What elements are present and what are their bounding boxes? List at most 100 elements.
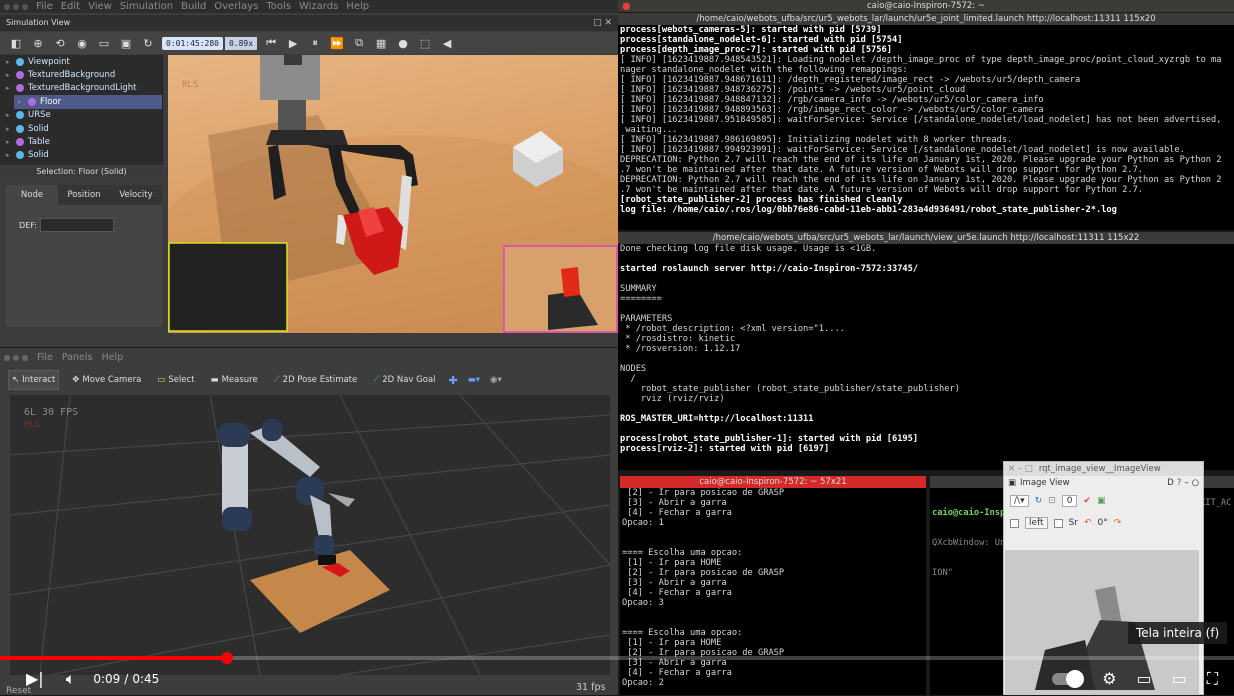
sr-checkbox[interactable] [1053,518,1063,528]
tab-node[interactable]: Node [6,185,58,205]
current-time: 0:09 [93,671,121,686]
terminal-line: [ INFO] [1623419887.948736275]: /points … [620,85,966,95]
terminal2-output[interactable]: Done checking log file disk usage. Usage… [618,244,1234,470]
minus-icon[interactable]: – [1184,478,1188,488]
time-display: 0:09 / 0:45 [93,672,159,686]
tab-position[interactable]: Position [58,185,110,205]
tree-item-texturedbackground[interactable]: ▸ TexturedBackground [0,68,162,81]
add-node-icon[interactable]: ⊕ [30,35,46,51]
fullscreen-icon[interactable]: ⛶ [1207,669,1218,689]
reload-icon[interactable]: ↻ [140,35,156,51]
terminal-line: [1] - Ir para HOME [622,638,722,648]
cursor-icon: ↖ [12,375,20,385]
tree-label: Solid [28,123,49,134]
step-icon[interactable]: ⧉ [351,35,367,51]
volume-icon[interactable]: 🔈︎ [66,669,76,689]
window-controls [4,354,28,361]
tree-item-viewpoint[interactable]: ▸ Viewpoint [0,55,162,68]
panel-controls[interactable]: □ ✕ [593,15,612,31]
toggle-scene-tree-icon[interactable]: ◧ [8,35,24,51]
step-back-icon[interactable]: ⏮ [263,35,279,51]
terminal2-tab: /home/caio/webots_ufba/src/ur5_webots_la… [618,232,1234,244]
video-progress-bar[interactable] [0,652,1234,664]
reset-view-icon[interactable]: ⟲ [52,35,68,51]
smooth-checkbox[interactable] [1010,518,1019,528]
rotate-left-icon[interactable]: ↶ [1084,518,1092,528]
video-icon[interactable]: ● [395,35,411,51]
rviz-3d-viewport[interactable]: 6L 30 FPS RLS [10,395,610,675]
tree-item-solid-2[interactable]: ▸ Solid [0,149,162,162]
node-icon [16,71,24,80]
menu-help[interactable]: Help [346,1,369,12]
close-icon[interactable]: ● [622,1,631,12]
miniplayer-icon[interactable]: ▭ [1137,669,1152,688]
terminal-line: log file: /home/caio/.ros/log/0bb76e86-c… [620,205,1117,215]
eye-icon[interactable]: ◉ [74,35,90,51]
open-icon[interactable]: ▭ [96,35,112,51]
settings-icon[interactable]: ⚙ [1102,669,1116,688]
menu-overlays[interactable]: Overlays [214,1,258,12]
refresh-icon[interactable]: ↻ [1035,496,1043,506]
def-label: DEF: [19,221,37,230]
checkbox-icon[interactable]: ✔ [1083,496,1091,506]
plugin-d-button[interactable]: D [1167,478,1174,488]
move-camera-tool[interactable]: ✥ Move Camera [69,370,144,390]
menu-wizards[interactable]: Wizards [299,1,338,12]
menu-file[interactable]: File [36,1,53,12]
def-input[interactable] [40,218,114,232]
fast-forward-icon[interactable]: ⏩ [329,35,345,51]
menu-simulation[interactable]: Simulation [120,1,173,12]
theater-icon[interactable]: ▭ [1172,669,1187,688]
terminal-line: SUMMARY [620,284,657,294]
window-controls[interactable]: ✕ – □ [1008,464,1033,474]
menu-edit[interactable]: Edit [61,1,80,12]
add-tool-icon[interactable]: ✚ [449,374,458,387]
tree-item-solid[interactable]: ▸ Solid [0,122,162,135]
volume-icon[interactable]: ◀ [439,35,455,51]
left-button[interactable]: left [1025,517,1048,529]
menu-help[interactable]: Help [101,352,123,363]
menu-build[interactable]: Build [181,1,206,12]
rotate-right-icon[interactable]: ↷ [1114,518,1122,528]
node-icon [16,111,24,120]
pose-estimate-tool[interactable]: ⟋ 2D Pose Estimate [271,370,361,390]
menu-panels[interactable]: Panels [62,352,93,363]
menu-file[interactable]: File [37,352,53,363]
next-icon[interactable]: ▶| [26,669,44,688]
menu-tools[interactable]: Tools [266,1,291,12]
topic-select[interactable]: /\▾ [1010,495,1029,507]
tool-label: 2D Nav Goal [382,375,436,385]
terminal-line: [ INFO] [1623419887.948671611]: /depth_r… [620,75,1081,85]
tab-velocity[interactable]: Velocity [110,185,162,205]
interact-tool[interactable]: ↖ Interact [8,370,60,390]
remove-tool-icon[interactable]: ▬▾ [468,375,480,385]
tool-label: 2D Pose Estimate [282,375,358,385]
nav-goal-tool[interactable]: ⟋ 2D Nav Goal [370,370,438,390]
webots-3d-viewport[interactable]: FPS RLS [168,55,618,333]
image-view-toolbar-1: /\▾ ↻ ⊡ 0 ✔ ▣ [1004,490,1203,512]
save-icon[interactable]: ▣ [1097,496,1106,506]
window-title: rqt_image_view__ImageView [1038,464,1161,474]
terminal-line: Opcao: 3 [622,598,664,608]
help-icon[interactable]: ? [1177,478,1182,488]
view-options-icon[interactable]: ◉▾ [490,375,502,385]
tree-item-table[interactable]: ▸ Table [0,135,162,148]
menu-view[interactable]: View [88,1,112,12]
select-tool[interactable]: ▭ Select [154,370,197,390]
save-icon[interactable]: ▣ [118,35,134,51]
tree-item-texturedbackgroundlight[interactable]: ▸ TexturedBackgroundLight [0,82,162,95]
close-icon[interactable]: ○ [1192,478,1199,488]
terminal1-output[interactable]: process[webots_cameras-5]: started with … [618,25,1234,230]
record-icon[interactable]: ▦ [373,35,389,51]
play-icon[interactable]: ▶ [285,35,301,51]
screenshot-icon[interactable]: ⬚ [417,35,433,51]
autoplay-toggle[interactable] [1052,669,1085,688]
fps-overlay: 6L 30 FPS [24,407,78,418]
zoom-icon[interactable]: ⊡ [1048,496,1056,506]
measure-tool[interactable]: ▬ Measure [208,370,261,390]
image-view-toolbar-2: left Sr ↶ 0° ↷ [1004,512,1203,534]
pause-icon[interactable]: ⏸ [307,35,323,51]
tree-item-floor[interactable]: ▸ Floor [14,95,162,109]
tree-item-urse[interactable]: ▸ URSe [0,109,162,122]
spin-box[interactable]: 0 [1061,495,1078,507]
